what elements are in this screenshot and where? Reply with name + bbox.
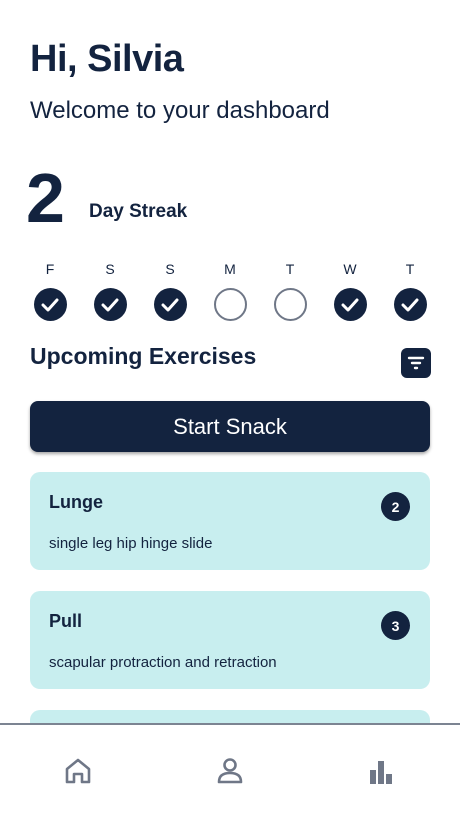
exercise-subtitle: scapular protraction and retraction (49, 654, 277, 671)
filter-button[interactable] (401, 348, 431, 378)
day-letter: T (285, 261, 295, 277)
day-letter: S (165, 261, 175, 277)
filter-icon (407, 356, 425, 370)
check-icon (33, 288, 67, 321)
day-3: M (200, 260, 260, 321)
nav-home[interactable] (60, 753, 96, 789)
week-tracker: F S S M T W T (20, 260, 440, 321)
nav-profile[interactable] (212, 753, 248, 789)
exercise-title: Pull (49, 611, 83, 631)
day-letter: F (45, 261, 55, 277)
streak-count: 2 (26, 159, 65, 237)
nav-stats[interactable] (363, 753, 399, 789)
empty-circle-icon (213, 288, 247, 321)
stats-icon (370, 761, 392, 784)
day-4: T (260, 260, 320, 321)
day-letter: S (105, 261, 115, 277)
day-5: W (320, 260, 380, 321)
day-6: T (380, 260, 440, 321)
home-icon (65, 758, 91, 784)
check-icon (393, 288, 427, 321)
exercise-title: Lunge (49, 492, 103, 512)
check-icon (153, 288, 187, 321)
day-2: S (140, 260, 200, 321)
empty-circle-icon (273, 288, 307, 321)
streak-label: Day Streak (89, 201, 188, 222)
exercise-card[interactable]: Lunge single leg hip hinge slide 2 (30, 472, 430, 570)
greeting-title: Hi, Silvia (30, 38, 184, 80)
check-icon (93, 288, 127, 321)
day-letter: W (343, 261, 357, 277)
exercise-card[interactable]: Pull scapular protraction and retraction… (30, 591, 430, 689)
day-1: S (80, 260, 140, 321)
welcome-text: Welcome to your dashboard (30, 97, 330, 124)
check-icon (333, 288, 367, 321)
exercise-count-badge: 3 (381, 611, 410, 640)
day-letter: T (405, 261, 415, 277)
profile-icon (217, 758, 243, 784)
exercise-subtitle: single leg hip hinge slide (49, 535, 213, 552)
day-0: F (20, 260, 80, 321)
exercise-count-badge: 2 (381, 492, 410, 521)
bottom-nav (0, 723, 460, 818)
day-letter: M (224, 261, 236, 277)
section-title: Upcoming Exercises (30, 343, 257, 369)
start-snack-button[interactable]: Start Snack (30, 401, 430, 452)
